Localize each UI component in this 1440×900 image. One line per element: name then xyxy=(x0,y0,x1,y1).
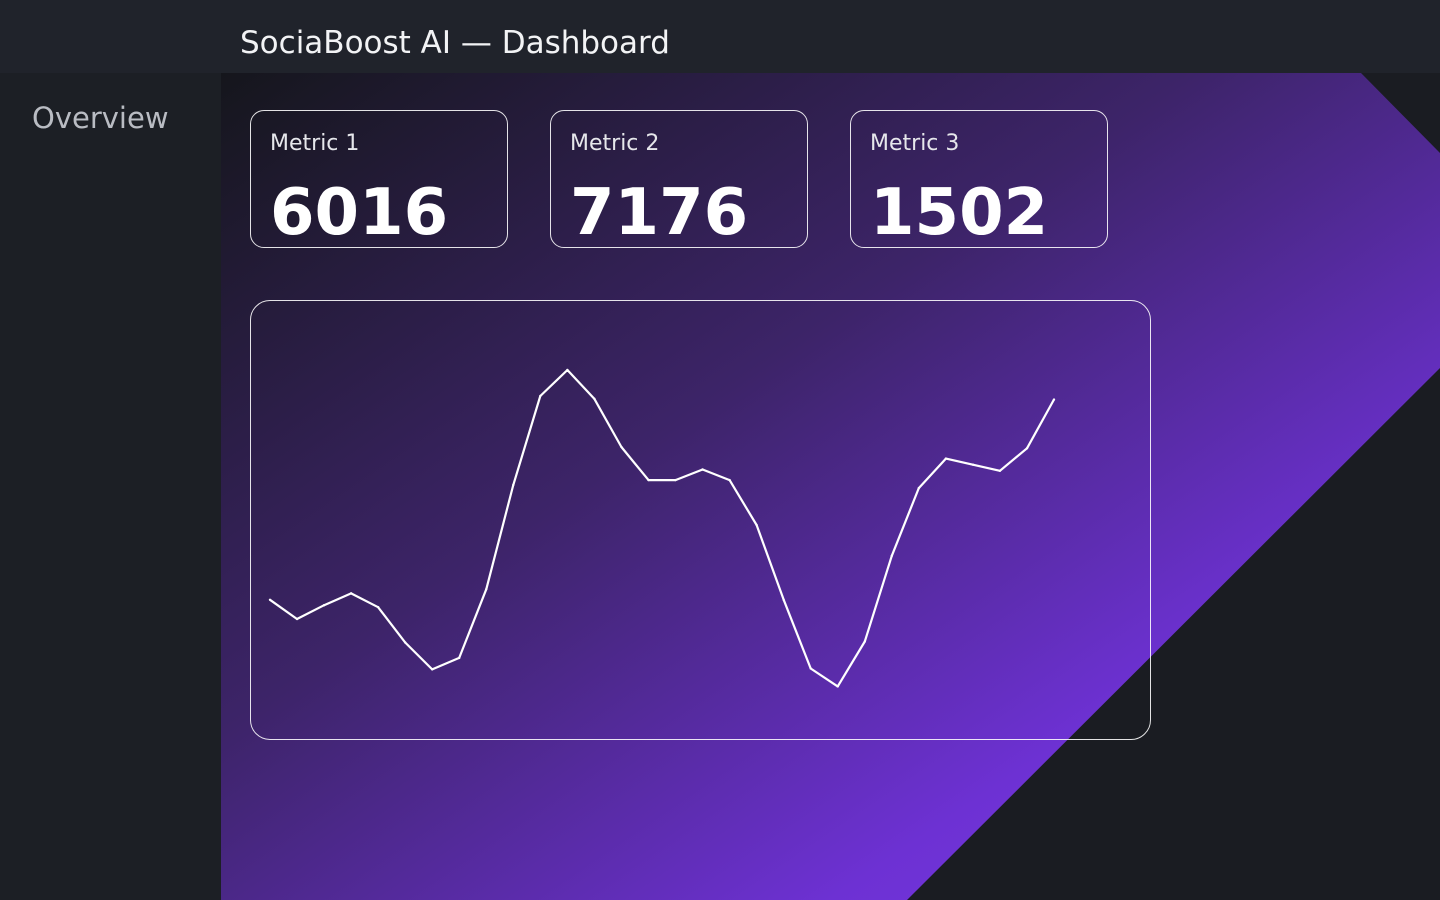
data-point xyxy=(593,397,596,401)
data-point xyxy=(1025,447,1029,450)
data-point xyxy=(836,685,839,688)
data-point xyxy=(566,368,569,372)
metric-card-3: Metric 3 1502 xyxy=(850,110,1108,248)
data-point xyxy=(349,592,353,595)
dashboard-main: Metric 1 6016 Metric 2 7176 Metric 3 150… xyxy=(221,73,1440,900)
metric-card-2: Metric 2 7176 xyxy=(550,110,808,248)
data-point xyxy=(647,478,650,482)
data-point xyxy=(512,483,515,487)
chart-panel xyxy=(250,300,1151,740)
data-point xyxy=(620,445,623,449)
data-point xyxy=(268,598,272,601)
data-point xyxy=(539,394,542,398)
metric-label: Metric 3 xyxy=(870,131,960,156)
data-point xyxy=(458,656,461,660)
data-point xyxy=(322,604,326,607)
top-bar: SociaBoost AI — Dashboard xyxy=(0,0,1440,73)
data-point xyxy=(376,605,380,609)
data-point xyxy=(403,641,407,644)
data-point xyxy=(863,640,866,643)
data-point xyxy=(295,617,299,621)
data-point xyxy=(944,457,948,460)
metric-value: 6016 xyxy=(270,176,449,250)
series-line xyxy=(269,368,1055,688)
metric-value: 7176 xyxy=(570,176,749,250)
data-point xyxy=(755,523,758,527)
data-point xyxy=(1052,398,1056,401)
data-point xyxy=(431,668,434,671)
line-chart xyxy=(268,368,1056,688)
data-point xyxy=(674,478,677,482)
data-point xyxy=(701,468,704,471)
sidebar-item-overview[interactable]: Overview xyxy=(32,101,169,135)
data-point xyxy=(809,667,812,670)
data-point xyxy=(485,588,488,591)
data-point xyxy=(998,469,1002,472)
metric-card-1: Metric 1 6016 xyxy=(250,110,508,248)
metric-label: Metric 1 xyxy=(270,131,360,156)
sidebar: Overview xyxy=(0,73,221,900)
data-point xyxy=(890,554,893,558)
data-point xyxy=(971,463,975,466)
data-point xyxy=(782,598,785,601)
data-point xyxy=(917,486,921,490)
metric-value: 1502 xyxy=(870,176,1049,250)
app-window: SociaBoost AI — Dashboard Overview Metri… xyxy=(0,0,1440,900)
data-point xyxy=(728,478,731,482)
app-title: SociaBoost AI — Dashboard xyxy=(240,25,670,61)
metric-label: Metric 2 xyxy=(570,131,660,156)
